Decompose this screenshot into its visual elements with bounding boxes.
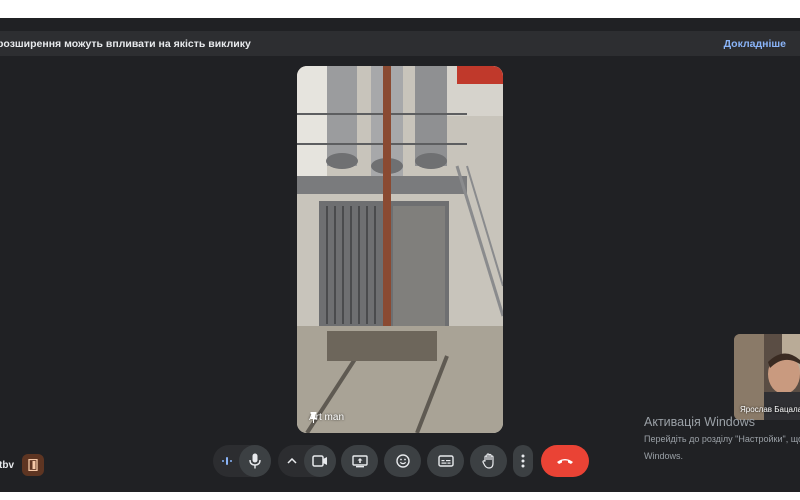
pin-icon[interactable] <box>309 412 318 423</box>
present-screen-icon <box>351 454 368 467</box>
camera-icon <box>312 455 327 467</box>
learn-more-link[interactable]: Докладніше <box>724 38 786 50</box>
camera-options-button[interactable] <box>278 445 306 477</box>
more-options-button[interactable] <box>513 445 533 477</box>
microphone-icon <box>249 453 261 469</box>
emoji-button[interactable] <box>384 445 421 477</box>
camera-button[interactable] <box>304 445 336 477</box>
meet-window: розширення можуть впливати на якість вик… <box>0 18 800 492</box>
emoji-icon <box>395 454 410 468</box>
audio-level-button[interactable] <box>213 445 241 477</box>
microphone-button[interactable] <box>239 445 271 477</box>
end-call-icon <box>557 459 573 464</box>
captions-button[interactable] <box>427 445 464 477</box>
more-options-icon <box>521 454 525 468</box>
chevron-up-icon <box>287 458 297 464</box>
call-controls <box>0 445 800 479</box>
captions-icon <box>437 455 454 467</box>
self-name-label: Ярослав Бацала <box>740 405 800 414</box>
end-call-button[interactable] <box>541 445 589 477</box>
captions-audio-icon <box>222 457 232 465</box>
self-view-tile[interactable]: Ярослав Бацала <box>734 334 800 420</box>
video-frame <box>297 66 503 433</box>
notification-banner: розширення можуть впливати на якість вик… <box>0 31 800 56</box>
banner-text: розширення можуть впливати на якість вик… <box>0 37 251 50</box>
raise-hand-button[interactable] <box>470 445 507 477</box>
participant-video-tile[interactable]: Art man <box>297 66 503 433</box>
participant-name-label: Art man <box>309 412 344 423</box>
raise-hand-icon <box>481 453 494 469</box>
activation-title: Активація Windows <box>644 415 755 429</box>
present-button[interactable] <box>341 445 378 477</box>
